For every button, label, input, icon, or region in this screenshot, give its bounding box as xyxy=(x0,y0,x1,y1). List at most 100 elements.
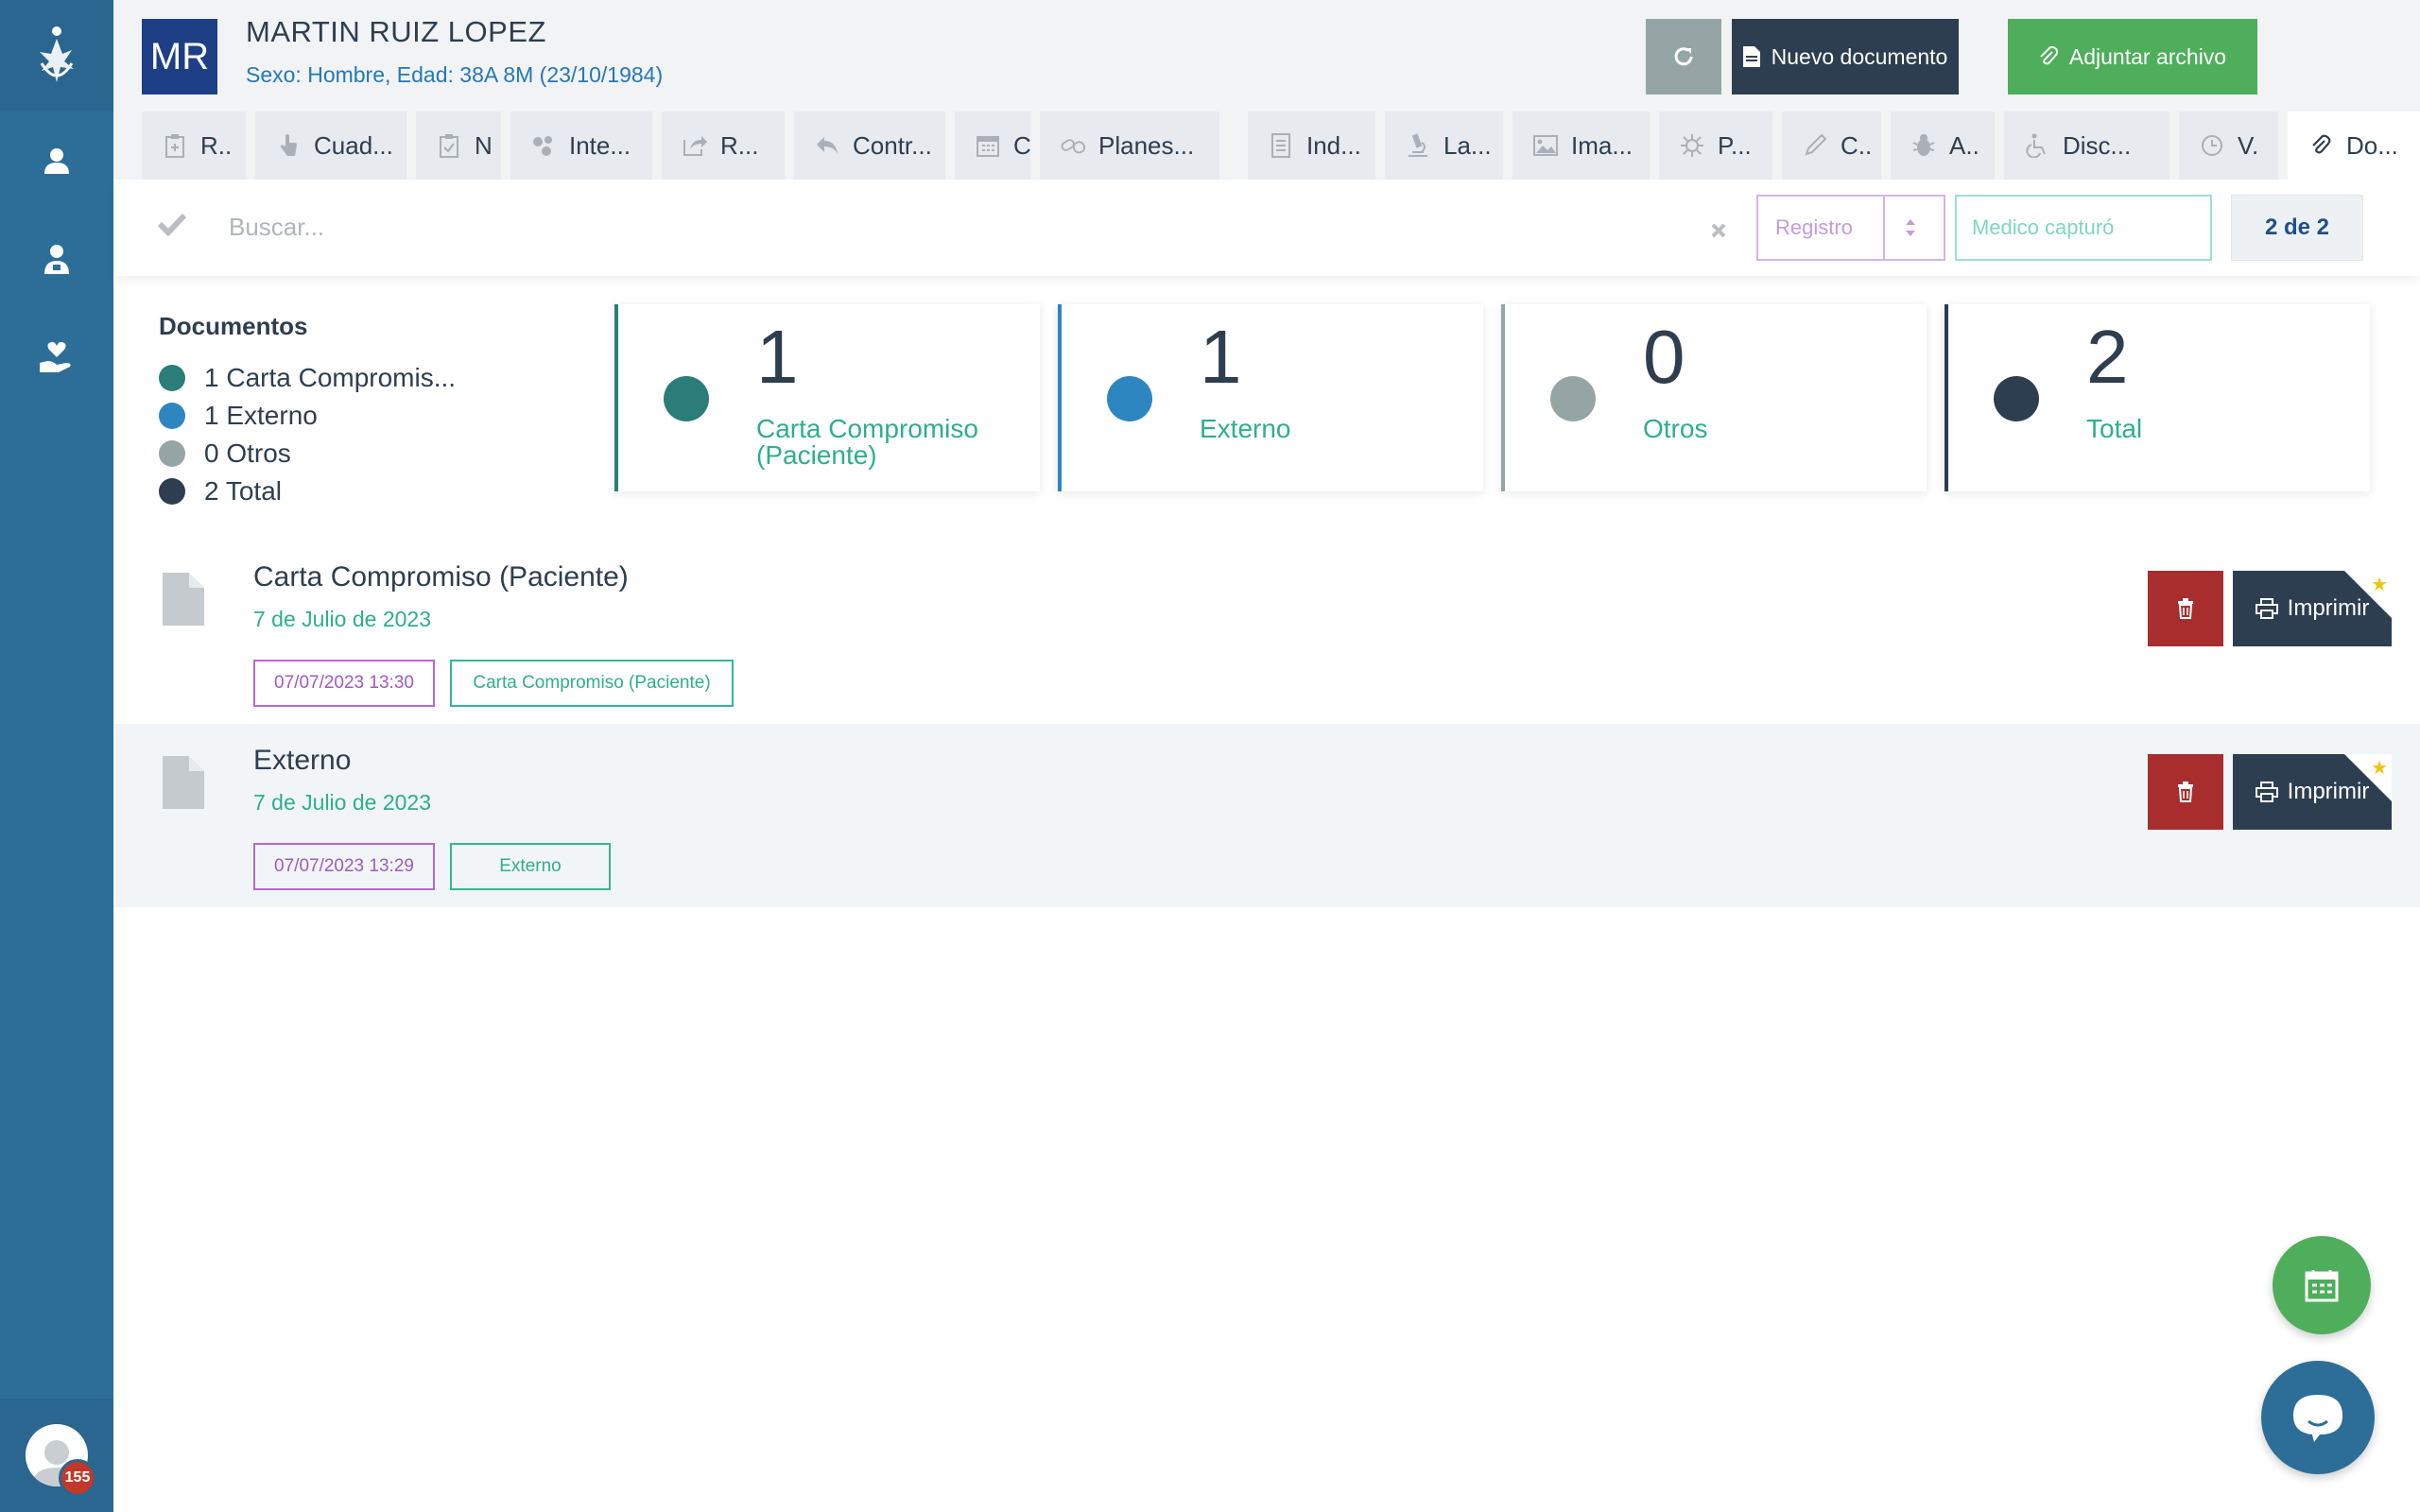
clear-search-button[interactable] xyxy=(1690,202,1747,259)
tab-label: Cuad... xyxy=(314,130,393,160)
legend-dot xyxy=(159,403,185,429)
tab-label: Inte... xyxy=(569,130,631,160)
tab-2[interactable]: N xyxy=(416,112,501,180)
sidebar-item-doctor[interactable] xyxy=(0,210,113,308)
filter-bar: Registro 2 de 2 xyxy=(113,180,2420,276)
calendar-icon xyxy=(976,133,1000,158)
tab-7[interactable]: Planes... xyxy=(1040,112,1219,180)
card-label: Otros xyxy=(1643,414,1708,443)
tab-label: N xyxy=(475,130,493,160)
legend-dot xyxy=(159,478,185,505)
print-button[interactable]: Imprimir ★ xyxy=(2233,754,2392,830)
legend-label: 1 Externo xyxy=(204,401,318,430)
tab-11[interactable]: P... xyxy=(1659,112,1772,180)
sidebar-item-care[interactable] xyxy=(0,308,113,406)
new-document-button[interactable]: Nuevo documento xyxy=(1732,19,1959,94)
user-doctor-icon xyxy=(44,245,69,274)
tab-label: A.. xyxy=(1949,130,1979,160)
calendar-fab-button[interactable] xyxy=(2273,1236,2371,1334)
paperclip-icon xyxy=(2308,133,2333,158)
check-icon[interactable] xyxy=(157,212,187,241)
sidebar xyxy=(0,0,113,1512)
summary-card-externo[interactable]: 1 Externo xyxy=(1058,304,1483,491)
refresh-button[interactable] xyxy=(1646,19,1721,94)
app-logo[interactable] xyxy=(0,0,113,112)
select-divider xyxy=(1883,197,1885,259)
star-icon[interactable]: ★ xyxy=(2371,756,2388,780)
medico-input[interactable] xyxy=(1955,195,2212,261)
tab-12[interactable]: C.. xyxy=(1782,112,1881,180)
sort-arrows-icon xyxy=(1904,214,1917,248)
user-menu[interactable] xyxy=(0,1399,113,1512)
legend-item: 1 Carta Compromis... xyxy=(159,363,456,393)
legend-label: 0 Otros xyxy=(204,438,291,468)
tab-label: La... xyxy=(1443,130,1492,160)
file-icon xyxy=(161,571,206,632)
star-icon[interactable]: ★ xyxy=(2371,573,2388,596)
card-dot xyxy=(664,376,709,421)
summary-card-total[interactable]: 2 Total xyxy=(1945,304,2370,491)
sidebar-item-patient[interactable] xyxy=(0,112,113,210)
document-date: 7 de Julio de 2023 xyxy=(253,790,431,815)
tab-label: R... xyxy=(720,130,759,160)
print-button[interactable]: Imprimir ★ xyxy=(2233,571,2392,646)
delete-button[interactable] xyxy=(2148,571,2223,646)
refresh-icon xyxy=(1674,47,1693,66)
tab-13[interactable]: A.. xyxy=(1891,112,1995,180)
tab-4[interactable]: R... xyxy=(662,112,785,180)
tab-9[interactable]: La... xyxy=(1385,112,1503,180)
clock-icon xyxy=(2200,133,2224,158)
type-tag: Carta Compromiso (Paciente) xyxy=(450,660,734,707)
tab-3[interactable]: Inte... xyxy=(510,112,652,180)
tab-label: C xyxy=(1013,130,1030,160)
registro-select[interactable]: Registro xyxy=(1756,195,1945,261)
legend-dot xyxy=(159,365,185,391)
document-date: 7 de Julio de 2023 xyxy=(253,607,431,631)
attach-file-button[interactable]: Adjuntar archivo xyxy=(2008,19,2257,94)
tab-label: C.. xyxy=(1841,130,1873,160)
card-count: 0 xyxy=(1643,315,1685,399)
tab-label: Do... xyxy=(2346,130,2398,160)
summary-card-carta[interactable]: 1 Carta Compromiso (Paciente) xyxy=(614,304,1040,491)
tab-label: Ima... xyxy=(1571,130,1634,160)
share-icon xyxy=(683,133,707,158)
summary-card-otros[interactable]: 0 Otros xyxy=(1501,304,1927,491)
tab-6[interactable]: C xyxy=(955,112,1030,180)
page-count: 2 de 2 xyxy=(2231,195,2363,261)
card-count: 1 xyxy=(756,315,799,399)
legend-item: 0 Otros xyxy=(159,438,291,469)
search-input[interactable] xyxy=(229,198,1789,255)
tab-10[interactable]: Ima... xyxy=(1512,112,1650,180)
wheelchair-icon xyxy=(2025,133,2049,158)
notification-badge[interactable]: 155 xyxy=(59,1459,96,1497)
microscope-icon xyxy=(1406,133,1430,158)
printer-icon xyxy=(2255,782,2278,802)
document-row[interactable]: Carta Compromiso (Paciente) 7 de Julio d… xyxy=(113,541,2420,724)
tab-5[interactable]: Contr... xyxy=(794,112,945,180)
document-title[interactable]: Externo xyxy=(253,745,351,777)
attach-file-label: Adjuntar archivo xyxy=(2068,43,2227,69)
document-title[interactable]: Carta Compromiso (Paciente) xyxy=(253,561,629,593)
pills-icon xyxy=(1061,133,1085,158)
type-tag: Externo xyxy=(450,843,611,890)
legend-title: Documentos xyxy=(159,312,308,340)
tab-0[interactable]: R.. xyxy=(142,112,246,180)
calendar-icon xyxy=(2305,1270,2339,1302)
card-label: Carta Compromiso (Paciente) xyxy=(756,414,978,470)
tab-16[interactable]: Do... xyxy=(2288,112,2420,180)
printer-icon xyxy=(2255,598,2278,619)
timestamp-tag: 07/07/2023 13:29 xyxy=(253,843,435,890)
paperclip-icon xyxy=(2040,46,2058,65)
tab-label: Planes... xyxy=(1098,130,1195,160)
legend-label: 2 Total xyxy=(204,476,282,506)
tab-15[interactable]: V. xyxy=(2179,112,2278,180)
reply-icon xyxy=(815,133,839,158)
registro-select-value: Registro xyxy=(1775,215,1853,239)
tab-8[interactable]: Ind... xyxy=(1248,112,1375,180)
delete-button[interactable] xyxy=(2148,754,2223,830)
chat-fab-button[interactable] xyxy=(2261,1361,2375,1474)
hand-heart-icon xyxy=(40,341,71,372)
document-row[interactable]: Externo 7 de Julio de 2023 07/07/2023 13… xyxy=(113,724,2420,907)
tab-14[interactable]: Disc... xyxy=(2004,112,2169,180)
tab-1[interactable]: Cuad... xyxy=(255,112,406,180)
